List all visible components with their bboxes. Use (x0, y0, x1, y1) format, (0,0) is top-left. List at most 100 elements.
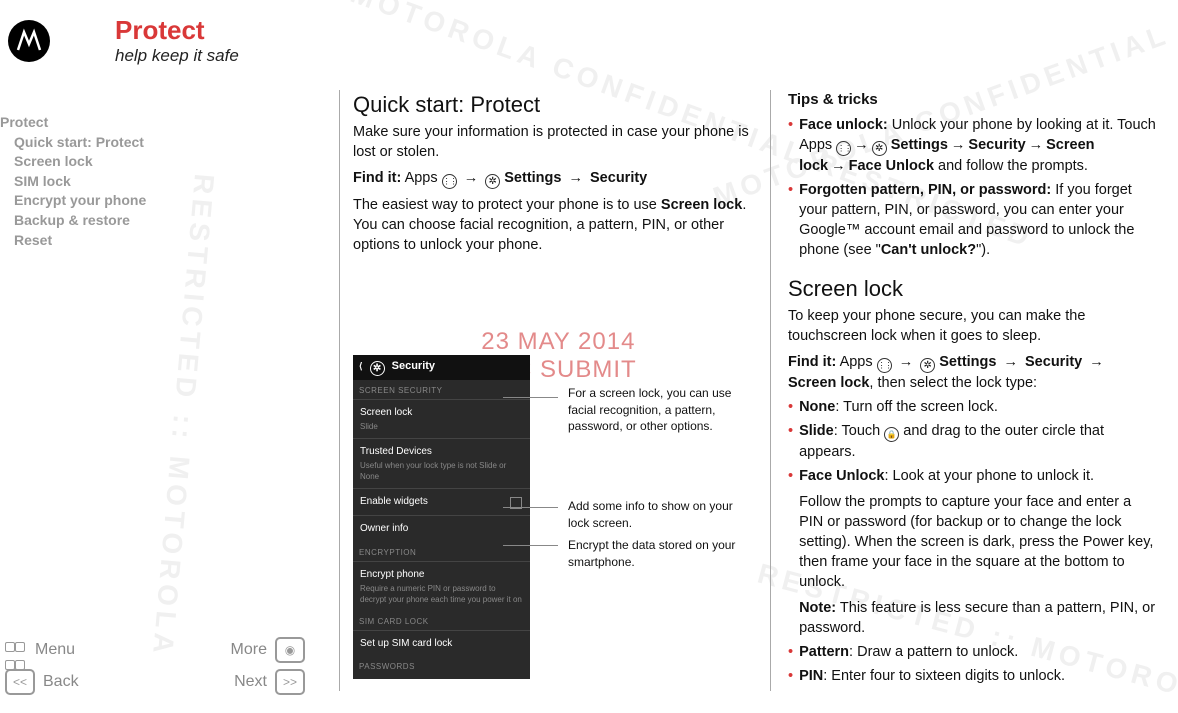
phone-item-encrypt: Encrypt phone Require a numeric PIN or p… (353, 561, 530, 611)
phone-item-label: Enable widgets (360, 496, 428, 507)
section-heading: Quick start: Protect (353, 90, 753, 120)
label: Settings (891, 137, 948, 153)
apps-icon (442, 174, 457, 189)
column-right: Tips & tricks • Face unlock: Unlock your… (788, 90, 1158, 713)
back-chevron-icon: ⟨ (359, 361, 363, 371)
label: Security (1025, 354, 1082, 370)
text: : Turn off the screen lock. (835, 399, 998, 415)
menu-button[interactable]: Menu (35, 641, 75, 659)
locktype-row: • Face Unlock: Look at your phone to unl… (788, 466, 1158, 638)
label: Face Unlock (849, 158, 934, 174)
callout-line (503, 397, 558, 398)
locktype-row: •Pattern: Draw a pattern to unlock. (788, 642, 1158, 662)
back-button[interactable]: Back (43, 673, 79, 691)
phone-item-owner: Owner info (353, 515, 530, 542)
intro-text: Make sure your information is protected … (353, 122, 753, 162)
page-title: Protect (115, 15, 239, 46)
label: Screen lock (788, 375, 869, 391)
tip-bold: Forgotten pattern, PIN, or password: (799, 182, 1051, 198)
tips-heading: Tips & tricks (788, 90, 1158, 111)
label: Pattern (799, 644, 849, 660)
screenlock-bold: Screen lock (661, 197, 742, 213)
back-icon[interactable]: << (5, 669, 35, 695)
tip-row: • Forgotten pattern, PIN, or password: I… (788, 180, 1158, 260)
phone-item-label: Trusted Devices (360, 446, 432, 457)
gear-icon (370, 361, 385, 376)
label: , then select the lock type: (869, 375, 1037, 391)
arrow-icon: → (1086, 354, 1107, 370)
text: : Enter four to sixteen digits to unlock… (823, 668, 1065, 684)
tip-bold: Face unlock: (799, 117, 888, 133)
text: : Touch (834, 423, 885, 439)
column-divider (339, 90, 340, 691)
lock-icon (884, 427, 899, 442)
find-it-line: Find it: Apps → Settings → Security (353, 168, 753, 189)
label: Security (968, 137, 1025, 153)
arrow-icon: → (1026, 137, 1047, 153)
callout-line (503, 507, 558, 508)
note-label: Note: (799, 600, 836, 616)
callout-text: Add some info to show on your lock scree… (568, 498, 748, 531)
phone-item-trusted: Trusted Devices Useful when your lock ty… (353, 438, 530, 488)
arrow-icon: → (948, 137, 969, 153)
locktype-row: •Slide: Touch and drag to the outer circ… (788, 421, 1158, 462)
toc-top[interactable]: Protect (0, 113, 146, 133)
more-icon[interactable]: ◉ (275, 637, 305, 663)
toc-item[interactable]: Quick start: Protect (0, 133, 146, 153)
findit-label: Find it: (788, 354, 836, 370)
more-button[interactable]: More (231, 641, 267, 659)
findit-settings: Settings (504, 170, 561, 186)
label: Face Unlock (799, 468, 884, 484)
label: None (799, 399, 835, 415)
arrow-icon: → (851, 137, 872, 153)
callout-line (503, 545, 558, 546)
text: : Draw a pattern to unlock. (849, 644, 1018, 660)
toc-item[interactable]: Encrypt your phone (0, 191, 146, 211)
apps-icon (836, 141, 851, 156)
body-part1: The easiest way to protect your phone is… (353, 197, 661, 213)
label: PIN (799, 668, 823, 684)
phone-section: PASSWORDS (353, 656, 530, 675)
phone-item-screenlock: Screen lock Slide (353, 399, 530, 438)
tip-row: • Face unlock: Unlock your phone by look… (788, 115, 1158, 176)
motorola-logo (8, 20, 50, 62)
main-content: Quick start: Protect Make sure your info… (353, 90, 1178, 713)
gear-icon (485, 174, 500, 189)
label: Apps (840, 354, 873, 370)
phone-title: Security (392, 360, 435, 372)
phone-figure: ⟨ Security SCREEN SECURITY Screen lock S… (353, 355, 753, 679)
bullet-icon: • (788, 397, 799, 417)
cant-unlock-link[interactable]: Can't unlock? (881, 242, 976, 258)
text: : Look at your phone to unlock it. (885, 468, 1095, 484)
page-subtitle: help keep it safe (115, 46, 239, 66)
phone-item-label: Set up SIM card lock (360, 638, 452, 649)
bullet-icon: • (788, 115, 799, 176)
phone-item-sub: Require a numeric PIN or password to dec… (360, 583, 523, 605)
menu-grid-icon[interactable] (5, 639, 27, 661)
label: Slide (799, 423, 834, 439)
gear-icon (920, 358, 935, 373)
tip-text: and follow the prompts. (934, 158, 1088, 174)
next-button[interactable]: Next (234, 673, 267, 691)
toc-item[interactable]: Screen lock (0, 152, 146, 172)
callout-text: Encrypt the data stored on your smartpho… (568, 537, 748, 570)
locktype-row: •None: Turn off the screen lock. (788, 397, 1158, 417)
text: Follow the prompts to capture your face … (799, 492, 1158, 592)
bullet-icon: • (788, 666, 799, 686)
findit-apps: Apps (405, 170, 438, 186)
arrow-icon: → (461, 170, 482, 186)
column-left: Quick start: Protect Make sure your info… (353, 90, 753, 713)
section-heading: Screen lock (788, 274, 1158, 304)
toc-item[interactable]: Backup & restore (0, 211, 146, 231)
label: Settings (939, 354, 996, 370)
toc-item[interactable]: Reset (0, 231, 146, 251)
phone-item-simlock: Set up SIM card lock (353, 630, 530, 657)
next-icon[interactable]: >> (275, 669, 305, 695)
bottom-nav: Menu More ◉ << Back Next >> (5, 637, 305, 701)
watermark: RESTRICTED :: MOTOROLA (146, 173, 220, 660)
toc-item[interactable]: SIM lock (0, 172, 146, 192)
phone-section: SIM CARD LOCK (353, 611, 530, 630)
phone-mockup: ⟨ Security SCREEN SECURITY Screen lock S… (353, 355, 530, 679)
arrow-icon: → (828, 158, 849, 174)
phone-titlebar: ⟨ Security (353, 355, 530, 380)
